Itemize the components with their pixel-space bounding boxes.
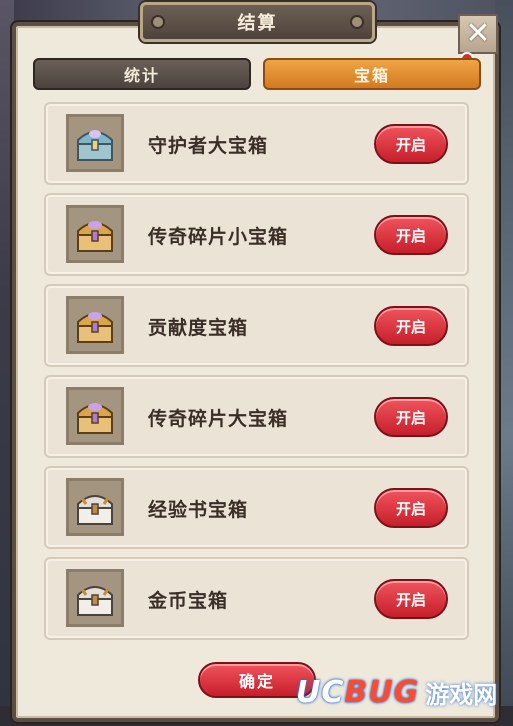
chest-name: 传奇碎片大宝箱: [148, 408, 289, 430]
open-button-label: 开启: [395, 135, 426, 154]
tab-label: 统计: [123, 66, 160, 85]
open-button[interactable]: 开启: [374, 397, 448, 437]
watermark-logo: UCBUG: [296, 675, 419, 710]
open-button[interactable]: 开启: [374, 124, 448, 164]
confirm-button-label: 确定: [238, 672, 275, 691]
watermark-uc: UC: [296, 674, 345, 710]
chest-name: 传奇碎片小宝箱: [148, 226, 289, 248]
silver-chest-icon: [66, 569, 124, 627]
silver-chest-icon: [66, 478, 124, 536]
chest-name: 金币宝箱: [148, 590, 229, 612]
open-button[interactable]: 开启: [374, 488, 448, 528]
legend-chest-icon: [66, 296, 124, 354]
legend-chest-icon: [66, 387, 124, 445]
tab-statistics[interactable]: 统计: [33, 58, 251, 90]
rivet-icon: [151, 15, 165, 29]
watermark-cn: 游戏网: [425, 680, 498, 709]
list-item: 传奇碎片小宝箱 开启: [44, 193, 469, 276]
guardian-chest-icon: [66, 114, 124, 172]
legend-chest-icon: [66, 205, 124, 263]
tab-chests[interactable]: 宝箱: [263, 58, 481, 90]
open-button[interactable]: 开启: [374, 306, 448, 346]
close-icon: ✕: [465, 16, 491, 51]
close-button[interactable]: ✕: [458, 14, 498, 54]
open-button-label: 开启: [395, 408, 426, 427]
open-button-label: 开启: [395, 590, 426, 609]
list-item: 守护者大宝箱 开启: [44, 102, 469, 185]
site-watermark: UCBUG 游戏网: [296, 672, 506, 712]
list-item: 经验书宝箱 开启: [44, 466, 469, 549]
chest-name: 经验书宝箱: [148, 499, 249, 521]
dialog-title: 结算: [237, 13, 278, 34]
list-item: 金币宝箱 开启: [44, 557, 469, 640]
open-button-label: 开启: [395, 317, 426, 336]
tab-label: 宝箱: [353, 66, 390, 85]
open-button[interactable]: 开启: [374, 215, 448, 255]
rivet-icon: [350, 15, 364, 29]
watermark-bug: BUG: [344, 674, 420, 710]
dialog-title-bar: 结算: [140, 2, 375, 42]
open-button-label: 开启: [395, 226, 426, 245]
list-item: 传奇碎片大宝箱 开启: [44, 375, 469, 458]
chest-name: 守护者大宝箱: [148, 135, 269, 157]
open-button[interactable]: 开启: [374, 579, 448, 619]
list-item: 贡献度宝箱 开启: [44, 284, 469, 367]
chest-name: 贡献度宝箱: [148, 317, 249, 339]
open-button-label: 开启: [395, 499, 426, 518]
